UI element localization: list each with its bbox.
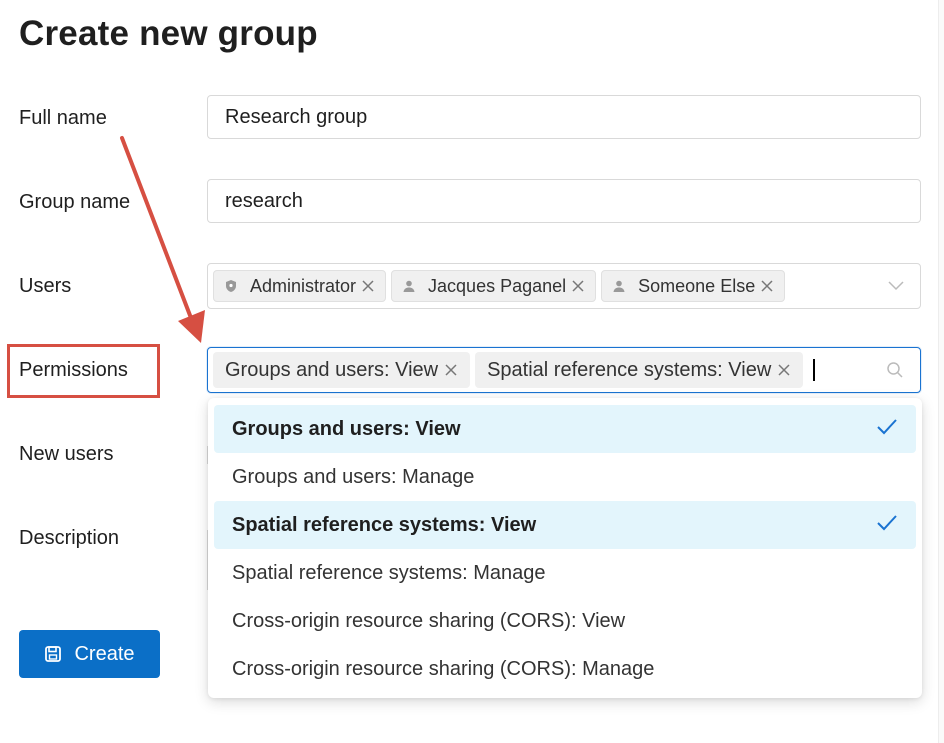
user-tag-administrator: Administrator [213,270,387,302]
option-label: Cross-origin resource sharing (CORS): Vi… [232,609,626,632]
chevron-down-icon[interactable] [888,281,904,291]
permission-tag-label: Groups and users: View [225,358,439,381]
option-label: Spatial reference systems: Manage [232,561,546,584]
users-label: Users [19,275,72,297]
user-tag-label: Jacques Paganel [428,275,567,296]
user-tag-someone-else: Someone Else [601,270,786,302]
user-tag-jacques-paganel: Jacques Paganel [391,270,597,302]
user-icon [402,279,416,293]
option-groups-and-users-view[interactable]: Groups and users: View [214,405,916,453]
full-name-input[interactable]: Research group [207,95,921,139]
description-label: Description [19,527,120,549]
group-name-label: Group name [19,191,131,213]
option-cors-view[interactable]: Cross-origin resource sharing (CORS): Vi… [214,597,916,645]
shield-icon [224,279,238,293]
permissions-dropdown: Groups and users: View Groups and users:… [208,398,922,698]
remove-tag-icon[interactable] [361,279,375,293]
user-icon [612,279,626,293]
user-tag-label: Administrator [250,275,357,296]
option-label: Cross-origin resource sharing (CORS): Ma… [232,657,655,680]
remove-tag-icon[interactable] [760,279,774,293]
option-groups-and-users-manage[interactable]: Groups and users: Manage [214,453,916,501]
create-button-label: Create [74,642,135,665]
option-cors-manage[interactable]: Cross-origin resource sharing (CORS): Ma… [214,645,916,693]
remove-tag-icon[interactable] [777,363,791,377]
permission-tag-label: Spatial reference systems: View [487,358,772,381]
save-icon [44,645,62,663]
option-label: Groups and users: View [232,417,461,440]
permission-tag: Groups and users: View [213,352,471,388]
option-spatial-reference-systems-manage[interactable]: Spatial reference systems: Manage [214,549,916,597]
check-icon [876,514,898,538]
annotation-highlight-box [7,344,160,398]
option-label: Groups and users: Manage [232,465,475,488]
users-select[interactable]: Administrator Jacques Paganel Someone El… [207,263,921,309]
search-icon [886,361,904,379]
create-button[interactable]: Create [19,630,160,678]
scrollbar[interactable] [938,0,944,743]
text-caret [813,359,816,381]
group-name-input[interactable]: research [207,179,921,223]
new-users-label: New users [19,443,114,465]
check-icon [876,418,898,442]
full-name-value: Research group [225,105,368,128]
user-tag-label: Someone Else [638,275,756,296]
option-label: Spatial reference systems: View [232,513,537,536]
remove-tag-icon[interactable] [444,363,458,377]
group-name-value: research [225,189,303,212]
permission-tag: Spatial reference systems: View [475,352,804,388]
full-name-label: Full name [19,107,107,129]
option-spatial-reference-systems-view[interactable]: Spatial reference systems: View [214,501,916,549]
page-title: Create new group [19,14,318,53]
remove-tag-icon[interactable] [571,279,585,293]
permissions-select[interactable]: Groups and users: View Spatial reference… [207,347,921,393]
